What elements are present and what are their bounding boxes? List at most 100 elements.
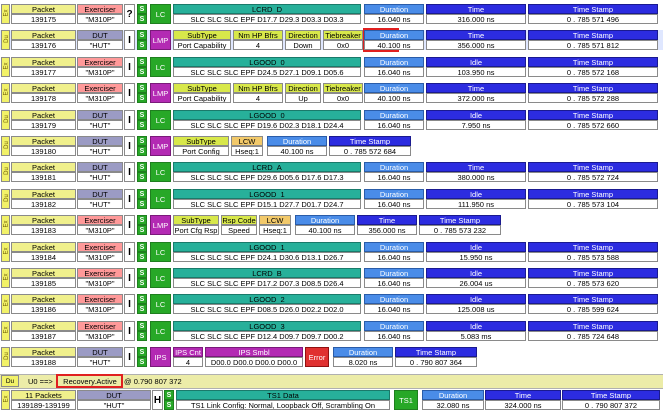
status-bar: Du U0 ==> Recovery.Active @ 0.790 807 37… [0,374,663,389]
duration-header: Duration [333,347,393,357]
field-header: LGOOD_0 [173,57,361,67]
packet-number[interactable]: 139188 [11,357,76,367]
duration-header: Duration [364,4,424,14]
direction-indicator: Ex [1,83,10,103]
lmp-block: LMP [150,136,171,156]
packet-number[interactable]: 139179 [11,120,76,130]
time-value: 356.000 ns [426,40,526,50]
direction-indicator: Ex [1,57,10,77]
direction-indicator: Ex [1,268,10,288]
packet-row[interactable]: Du Packet 139188 DUT "HUT" I S S IPS IPS Cnt 4 IPS … [0,347,663,367]
time-header: Time [426,83,526,93]
duration-value: 16.040 ns [364,120,424,130]
packet-row[interactable]: Ex Packet 139183 Exerciser "M310P" I S S LMP SubT… [0,215,663,235]
s-flag: S [137,242,147,252]
packet-row[interactable]: Ex Packet 139187 Exerciser "M310P" I S S LC LGOOD… [0,321,663,341]
blk-block: LC [150,4,171,24]
packet-row[interactable]: Ex Packet 139177 Exerciser "M310P" I S S LC LGOOD… [0,57,663,77]
s-flag: S [137,268,147,278]
timestamp-value: 0 . 785 572 288 [528,93,658,103]
packet-number[interactable]: 139176 [11,40,76,50]
packet-row[interactable]: Ex Packet 139178 Exerciser "M310P" I S S LMP SubT… [0,83,663,103]
link-icon: ? [124,4,135,24]
packet-header: Packet [11,83,76,93]
packet-number[interactable]: 139181 [11,172,76,182]
source-value: "M310P" [77,278,123,288]
packet-number[interactable]: 139183 [11,225,76,235]
link-icon: H [152,390,163,410]
time-header: Time [426,30,526,40]
duration-value: 16.040 ns [364,252,424,262]
ts1-data-header: TS1 Data [176,390,390,400]
blk-block: LC [150,294,171,314]
packet-number[interactable]: 139185 [11,278,76,288]
link-icon: I [124,30,135,50]
time-value: 15.950 ns [426,252,526,262]
packet-number[interactable]: 139184 [11,252,76,262]
duration-header: Duration [364,189,424,199]
field-value: 4 [233,93,283,103]
blk-block: LC [150,268,171,288]
packet-row[interactable]: Du Packet 139181 DUT "HUT" I S S LC LCRD_A SLC SLC… [0,162,663,182]
packet-number[interactable]: 139182 [11,199,76,209]
source-value: "M310P" [77,14,123,24]
source-value: "M310P" [77,252,123,262]
s-flag: S [137,136,147,146]
duration-value: 8.020 ns [333,357,393,367]
source-value: "HUT" [77,400,151,410]
packet-row-group[interactable]: Ex 11 Packets 139189-139199 DUT "HUT" H … [0,390,663,410]
s-flag: S [137,172,147,182]
timestamp-header: Time Stamp [528,110,658,120]
timestamp-header: Time Stamp [528,189,658,199]
s-flag: S [137,110,147,120]
packet-row[interactable]: Ex Packet 139186 Exerciser "M310P" I S S LC LGOOD… [0,294,663,314]
s-flag: S [137,30,147,40]
packet-row[interactable]: Ex Packet 139175 Exerciser "M310P"? S S LC LCRD_… [0,4,663,24]
packet-number[interactable]: 139187 [11,331,76,341]
packet-row[interactable]: Du Packet 139179 DUT "HUT" I S S LC LGOOD_0 SLC SL… [0,110,663,130]
blk-block: LC [150,321,171,341]
s-flag: S [164,390,174,400]
field-value: 0x0 [323,40,363,50]
packet-number[interactable]: 139177 [11,67,76,77]
field-header: SubType [173,83,231,93]
source-header: Exerciser [77,242,123,252]
timestamp-value: 0 . 785 724 648 [528,331,658,341]
packet-number[interactable]: 139186 [11,304,76,314]
packet-number[interactable]: 139189-139199 [11,400,76,410]
packet-row[interactable]: Ex Packet 139185 Exerciser "M310P" I S S LC LCRD_… [0,268,663,288]
duration-header: Duration [364,321,424,331]
packet-row[interactable]: Du Packet 139176 DUT "HUT" I S S LMP SubType Port … [0,28,663,52]
timestamp-header: Time Stamp [528,30,658,40]
source-value: "HUT" [77,146,123,156]
s-flag: S [137,67,147,77]
source-value: "HUT" [77,120,123,130]
s-flag: S [137,120,147,130]
lmp-block: LMP [150,215,171,235]
field-header: Direction [285,30,321,40]
time-header: Time [426,4,526,14]
field-header: IPS Cnt [173,347,203,357]
source-header: Exerciser [77,57,123,67]
link-icon: I [124,294,135,314]
duration-header: Duration [364,268,424,278]
s-flag: S [137,278,147,288]
s-flag: S [137,14,147,24]
packet-number[interactable]: 139180 [11,146,76,156]
packet-row[interactable]: Du Packet 139182 DUT "HUT" I S S LC LGOOD_1 SLC SL… [0,189,663,209]
field-header: Rsp Code [221,215,257,225]
field-header: LCRD_D [173,4,361,14]
packet-header: Packet [11,57,76,67]
packet-row[interactable]: Ex Packet 139184 Exerciser "M310P" I S S LC LGOOD… [0,242,663,262]
time-header: Idle [426,242,526,252]
packet-number[interactable]: 139178 [11,93,76,103]
direction-indicator: Du [1,110,10,130]
packet-row[interactable]: Du Packet 139180 DUT "HUT" I S S LMP SubType Port … [0,136,663,156]
blk-block: LC [150,162,171,182]
field-header: LGOOD_0 [173,110,361,120]
duration-header: Duration [267,136,327,146]
duration-header: Duration [364,242,424,252]
packet-number[interactable]: 139175 [11,14,76,24]
timestamp-value: 0 . 790 807 372 [562,400,660,410]
direction-indicator: Ex [1,242,10,262]
